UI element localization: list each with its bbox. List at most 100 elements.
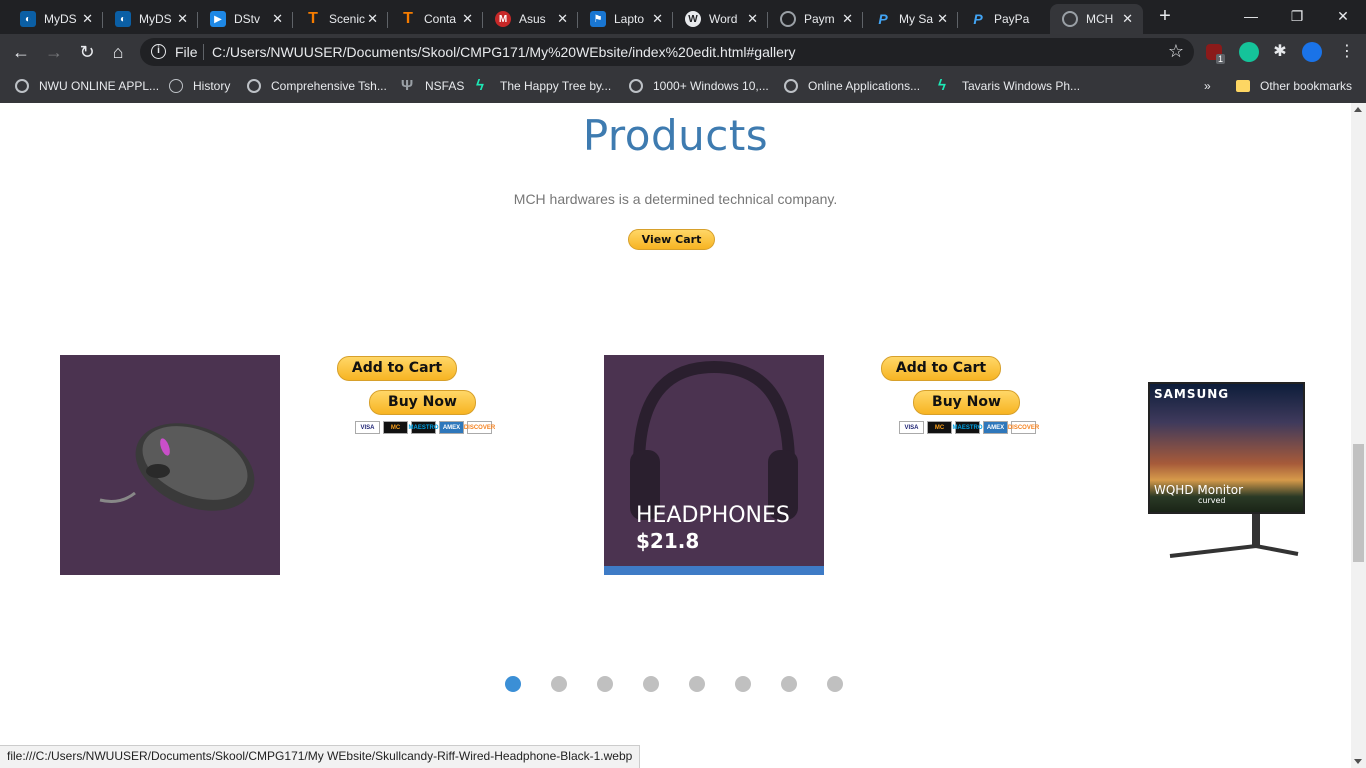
bookmark-tavaris[interactable]: ϟ Tavaris Windows Ph... [938, 76, 1080, 96]
url-text[interactable]: C:/Users/NWUUSER/Documents/Skool/CMPG171… [212, 44, 796, 60]
close-icon[interactable]: ✕ [652, 11, 663, 27]
mastercard-icon: MC [927, 421, 952, 434]
close-icon[interactable]: ✕ [937, 11, 948, 27]
menu-kebab-icon[interactable]: ⋮ [1336, 41, 1358, 63]
tab-title: Conta [424, 12, 457, 26]
bookmark-tsh[interactable]: Comprehensive Tsh... [247, 76, 387, 96]
browser-toolbar: ← → ↻ ⌂ i File C:/Users/NWUUSER/Document… [0, 34, 1366, 70]
discover-icon: DISCOVER [464, 421, 495, 434]
page-scrollbar[interactable] [1351, 103, 1366, 768]
bookmark-label: Tavaris Windows Ph... [962, 79, 1081, 93]
carousel-dot-6[interactable] [735, 676, 751, 692]
bookmark-online-applications[interactable]: Online Applications... [784, 76, 920, 96]
paypal-icon: P [878, 11, 888, 27]
power-extension-icon[interactable] [1302, 42, 1322, 62]
tab-scenic[interactable]: T Scenic ✕ [293, 4, 388, 34]
product-image-mouse[interactable] [60, 355, 280, 575]
product-image-headphones[interactable]: HEADPHONES $21.8 [604, 355, 824, 575]
other-bookmarks[interactable]: Other bookmarks [1236, 76, 1352, 96]
tab-dstv[interactable]: ▶ DStv ✕ [198, 4, 293, 34]
carousel-dot-1[interactable] [505, 676, 521, 692]
new-tab-button[interactable]: + [1155, 6, 1175, 26]
bookmark-nsfas[interactable]: Ψ NSFAS [401, 76, 464, 96]
mcafee-icon: M [495, 11, 511, 27]
globe-icon [784, 79, 798, 93]
buy-now-button[interactable]: Buy Now [369, 390, 476, 415]
back-button[interactable]: ← [10, 41, 32, 63]
maestro-icon: MAESTRO [953, 421, 983, 434]
products-heading: Products [582, 111, 769, 160]
carousel-dot-2[interactable] [551, 676, 567, 692]
address-bar[interactable]: i File C:/Users/NWUUSER/Documents/Skool/… [140, 38, 1194, 66]
close-icon[interactable]: ✕ [177, 11, 188, 27]
close-icon[interactable]: ✕ [272, 11, 283, 27]
bookmark-nwu[interactable]: NWU ONLINE APPL... [15, 76, 159, 96]
monitor-stand-icon [1169, 514, 1299, 558]
scrollbar-thumb[interactable] [1353, 444, 1364, 562]
tab-payment[interactable]: Paym ✕ [768, 4, 863, 34]
tab-title: Lapto [614, 12, 645, 26]
bookmark-label: 1000+ Windows 10,... [653, 79, 769, 93]
close-window-button[interactable]: ✕ [1320, 0, 1366, 32]
tab-laptop[interactable]: ⚑ Lapto ✕ [578, 4, 673, 34]
close-icon[interactable]: ✕ [1122, 11, 1133, 27]
close-icon[interactable]: ✕ [842, 11, 853, 27]
bookmark-history[interactable]: History [169, 76, 230, 96]
product-image-monitor[interactable]: SAMSUNG WQHD Monitor curved [1148, 382, 1305, 558]
carousel-dot-5[interactable] [689, 676, 705, 692]
globe-icon [780, 11, 796, 27]
bookmark-happy-tree[interactable]: ϟ The Happy Tree by... [476, 76, 611, 96]
forward-button[interactable]: → [43, 41, 65, 63]
extension-badge: 1 [1216, 54, 1226, 64]
add-to-cart-button[interactable]: Add to Cart [337, 356, 457, 381]
carousel-dot-7[interactable] [781, 676, 797, 692]
home-button[interactable]: ⌂ [107, 41, 129, 63]
close-icon[interactable]: ✕ [367, 11, 378, 27]
tab-title: MyDS [139, 12, 172, 26]
tab-mydsl-1[interactable]: ◐ MyDS ✕ [8, 4, 103, 34]
carousel-dot-3[interactable] [597, 676, 613, 692]
reload-button[interactable]: ↻ [76, 41, 98, 63]
tab-title: My Sa [899, 12, 934, 26]
tab-contact[interactable]: T Conta ✕ [388, 4, 483, 34]
maestro-icon: MAESTRO [409, 421, 439, 434]
tab-my-sandbox[interactable]: P My Sa ✕ [863, 4, 958, 34]
product-name: HEADPHONES [636, 503, 790, 528]
globe-icon [1062, 11, 1078, 27]
restore-button[interactable]: ❐ [1274, 0, 1320, 32]
bookmark-star-icon[interactable]: ☆ [1168, 41, 1184, 62]
carousel-dot-8[interactable] [827, 676, 843, 692]
carousel-dot-4[interactable] [643, 676, 659, 692]
minimize-button[interactable]: — [1228, 0, 1274, 32]
info-icon[interactable]: i [151, 44, 166, 59]
flag-icon: ⚑ [590, 11, 606, 27]
tab-mydsl-2[interactable]: ◐ MyDS ✕ [103, 4, 198, 34]
history-icon [169, 79, 183, 93]
globe-icon [629, 79, 643, 93]
bookmark-label: The Happy Tree by... [500, 79, 612, 93]
bookmark-label: Online Applications... [808, 79, 921, 93]
bookmark-windows10[interactable]: 1000+ Windows 10,... [629, 76, 769, 96]
tab-paypal[interactable]: P PayPa [958, 4, 1050, 34]
extensions-puzzle-icon[interactable]: ✱ [1270, 42, 1290, 62]
scroll-up-arrow-icon[interactable] [1354, 107, 1362, 112]
tab-asus[interactable]: M Asus ✕ [483, 4, 578, 34]
buy-now-button[interactable]: Buy Now [913, 390, 1020, 415]
company-tagline: MCH hardwares is a determined technical … [513, 191, 838, 207]
scroll-down-arrow-icon[interactable] [1354, 759, 1362, 764]
product-hover-bar [604, 566, 824, 575]
grammarly-icon[interactable] [1239, 42, 1259, 62]
close-icon[interactable]: ✕ [462, 11, 473, 27]
close-icon[interactable]: ✕ [82, 11, 93, 27]
tab-title: MyDS [44, 12, 77, 26]
tab-mch[interactable]: MCH ✕ [1050, 4, 1143, 34]
close-icon[interactable]: ✕ [747, 11, 758, 27]
gaming-mouse-icon [99, 423, 255, 511]
tab-wordpress[interactable]: W Word ✕ [673, 4, 768, 34]
add-to-cart-button[interactable]: Add to Cart [881, 356, 1001, 381]
status-bar-link-preview: file:///C:/Users/NWUUSER/Documents/Skool… [0, 745, 641, 768]
wordpress-icon: W [685, 11, 701, 27]
view-cart-button[interactable]: View Cart [628, 229, 715, 250]
close-icon[interactable]: ✕ [557, 11, 568, 27]
more-bookmarks-chevron-icon[interactable]: » [1204, 76, 1211, 96]
